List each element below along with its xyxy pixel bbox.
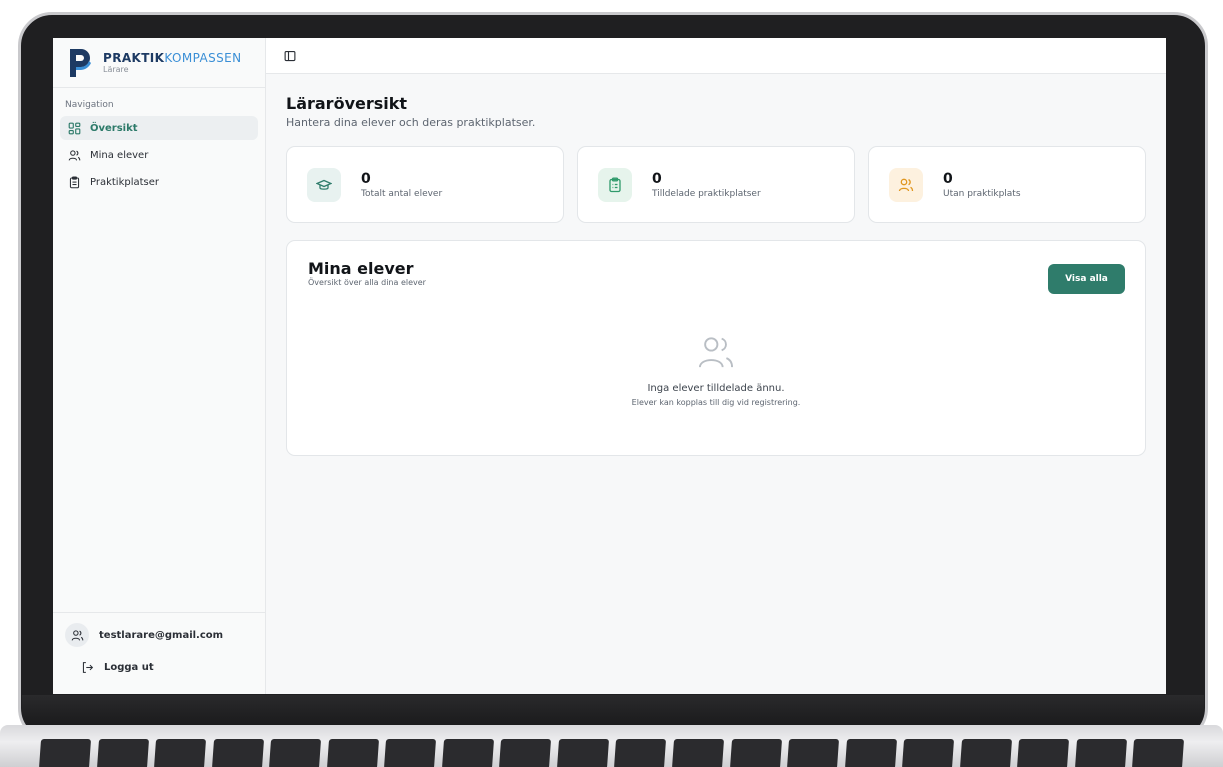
stat-value: 0	[943, 170, 953, 187]
students-subtitle: Översikt över alla dina elever	[308, 278, 426, 287]
sidebar: PRAKTIKKOMPASSEN Lärare Navigation Övers…	[53, 38, 266, 694]
stat-value: 0	[652, 170, 662, 187]
logout-button[interactable]: Logga ut	[53, 647, 265, 674]
stat-card-assigned-placements: 0 Tilldelade praktikplatser	[577, 146, 855, 223]
brand-name-light: KOMPASSEN	[164, 50, 242, 65]
nav-section-label: Navigation	[65, 100, 114, 110]
users-icon	[898, 178, 914, 191]
user-profile[interactable]: testlarare@gmail.com	[53, 613, 265, 647]
students-card: Mina elever Översikt över alla dina elev…	[286, 240, 1146, 456]
logout-label: Logga ut	[104, 662, 154, 673]
sidebar-item-praktikplatser[interactable]: Praktikplatser	[60, 170, 258, 194]
stat-value: 0	[361, 170, 371, 187]
sidebar-item-label: Mina elever	[90, 149, 149, 161]
stats-row: 0 Totalt antal elever 0 Tilldelade prakt…	[286, 146, 1146, 223]
app-screen: PRAKTIKKOMPASSEN Lärare Navigation Övers…	[53, 38, 1166, 694]
empty-state: Inga elever tilldelade ännu. Elever kan …	[287, 335, 1145, 407]
stat-icon-box	[307, 167, 341, 202]
main-content: Läraröversikt Hantera dina elever och de…	[266, 38, 1166, 694]
empty-state-subtitle: Elever kan kopplas till dig vid registre…	[631, 398, 801, 407]
users-icon	[68, 149, 81, 161]
user-icon	[71, 629, 83, 641]
sidebar-item-mina-elever[interactable]: Mina elever	[60, 143, 258, 167]
students-title: Mina elever	[308, 259, 414, 278]
stat-icon-box	[889, 167, 923, 202]
grid-icon	[68, 122, 81, 134]
brand[interactable]: PRAKTIKKOMPASSEN Lärare	[53, 38, 265, 88]
clipboard-icon	[69, 175, 80, 188]
clipboard-list-icon	[609, 177, 621, 192]
sidebar-footer: testlarare@gmail.com Logga ut	[53, 612, 265, 694]
empty-state-title: Inga elever tilldelade ännu.	[647, 383, 785, 394]
stat-icon-box	[598, 167, 632, 202]
avatar	[65, 623, 89, 647]
sidebar-item-label: Praktikplatser	[90, 176, 160, 188]
laptop-keyboard	[0, 725, 1223, 767]
brand-name: PRAKTIKKOMPASSEN	[103, 50, 242, 65]
brand-logo-icon	[70, 48, 91, 77]
stat-label: Utan praktikplats	[943, 188, 1021, 199]
stat-card-without-placement: 0 Utan praktikplats	[868, 146, 1146, 223]
stat-card-total-students: 0 Totalt antal elever	[286, 146, 564, 223]
view-all-button[interactable]: Visa alla	[1048, 264, 1125, 294]
brand-name-bold: PRAKTIK	[103, 50, 165, 65]
page-title: Läraröversikt	[286, 94, 408, 113]
sidebar-toggle-icon[interactable]	[284, 50, 296, 62]
users-icon	[699, 337, 733, 368]
stat-label: Tilldelade praktikplatser	[652, 188, 761, 199]
graduation-cap-icon	[316, 179, 332, 190]
brand-role: Lärare	[103, 64, 129, 74]
stat-label: Totalt antal elever	[361, 188, 443, 199]
sidebar-item-oversikt[interactable]: Översikt	[60, 116, 258, 140]
user-email: testlarare@gmail.com	[99, 629, 224, 641]
topbar	[266, 38, 1166, 74]
logout-icon	[82, 662, 94, 673]
page-subtitle: Hantera dina elever och deras praktikpla…	[286, 116, 536, 129]
page-content: Läraröversikt Hantera dina elever och de…	[266, 74, 1166, 456]
sidebar-item-label: Översikt	[90, 122, 138, 134]
